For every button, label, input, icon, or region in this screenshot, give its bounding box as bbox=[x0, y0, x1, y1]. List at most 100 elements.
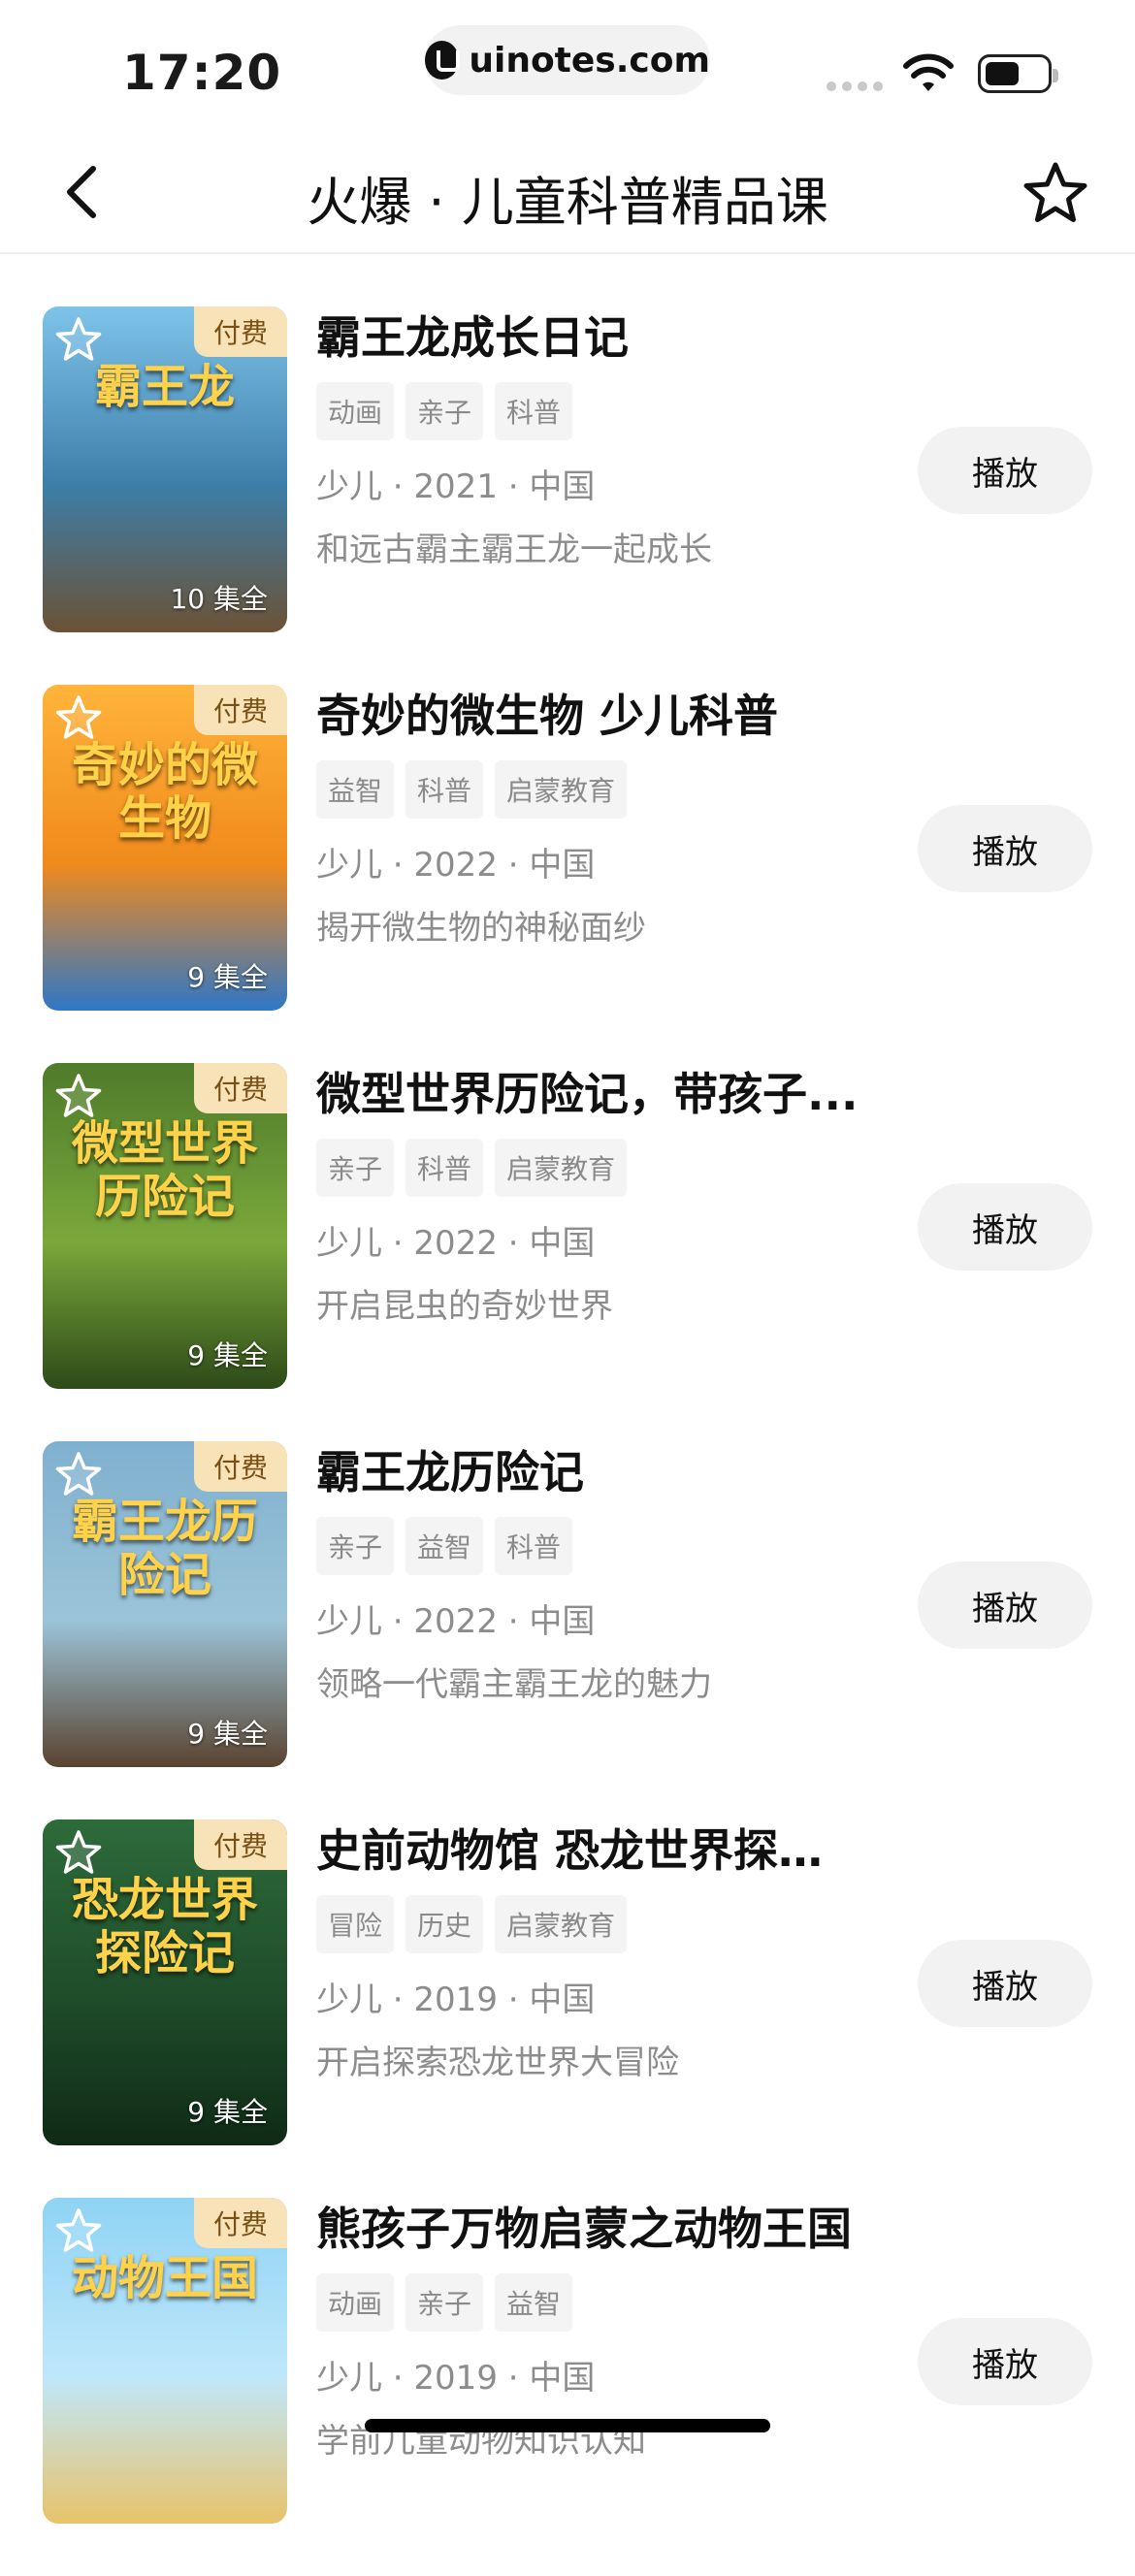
play-button[interactable]: 播放 bbox=[918, 805, 1092, 892]
tag-list: 益智 科普 启蒙教育 bbox=[316, 760, 859, 819]
tag: 科普 bbox=[405, 760, 484, 819]
star-outline-icon[interactable] bbox=[52, 1827, 105, 1880]
star-outline-icon[interactable] bbox=[52, 314, 105, 367]
course-poster[interactable]: 动物王国 付费 bbox=[43, 2198, 287, 2524]
course-info: 史前动物馆 恐龙世界探险记 冒险 历史 启蒙教育 少儿 · 2019 · 中国 开启… bbox=[316, 1819, 859, 2083]
course-title[interactable]: 霸王龙成长日记 bbox=[316, 308, 859, 367]
list-item[interactable]: 微型世界历险记 付费 9 集全 微型世界历险记，带孩子... 亲子 科普 启蒙教育 … bbox=[0, 1063, 1135, 1441]
tag: 亲子 bbox=[316, 1139, 395, 1197]
course-meta: 少儿 · 2022 · 中国 bbox=[316, 1602, 596, 1641]
list-item[interactable]: 动物王国 付费 熊孩子万物启蒙之动物王国 动画 亲子 益智 少儿 · 2019 · … bbox=[0, 2198, 1135, 2576]
course-poster[interactable]: 霸王龙 付费 10 集全 bbox=[43, 306, 287, 632]
list-item[interactable]: 奇妙的微生物 付费 9 集全 奇妙的微生物 少儿科普 益智 科普 启蒙教育 少儿 ·… bbox=[0, 685, 1135, 1063]
tag: 益智 bbox=[316, 760, 395, 819]
tag: 亲子 bbox=[405, 2273, 484, 2332]
tag-list: 冒险 历史 启蒙教育 bbox=[316, 1895, 859, 1953]
tag: 科普 bbox=[495, 1517, 573, 1575]
list-item[interactable]: 霸王龙历险记 付费 9 集全 霸王龙历险记 亲子 益智 科普 少儿 · 2022 ·… bbox=[0, 1441, 1135, 1819]
page-title: 火爆 · 儿童科普精品课 bbox=[307, 172, 828, 233]
paid-badge: 付费 bbox=[193, 306, 287, 357]
paid-badge: 付费 bbox=[193, 685, 287, 735]
star-outline-icon[interactable] bbox=[52, 1071, 105, 1123]
star-outline-icon[interactable] bbox=[1019, 157, 1092, 231]
poster-title-art: 奇妙的微生物 bbox=[71, 738, 258, 847]
tag-list: 动画 亲子 科普 bbox=[316, 382, 859, 440]
tag-list: 亲子 益智 科普 bbox=[316, 1517, 859, 1575]
play-button[interactable]: 播放 bbox=[918, 2318, 1092, 2405]
episode-count: 9 集全 bbox=[187, 1339, 268, 1371]
course-info: 霸王龙成长日记 动画 亲子 科普 少儿 · 2021 · 中国 和远古霸主霸王龙一起… bbox=[316, 306, 859, 570]
play-button[interactable]: 播放 bbox=[918, 1183, 1092, 1271]
paid-badge: 付费 bbox=[193, 1441, 287, 1492]
tag: 科普 bbox=[495, 382, 573, 440]
course-description: 揭开微生物的神秘面纱 bbox=[316, 909, 646, 948]
poster-title-art: 动物王国 bbox=[71, 2251, 258, 2305]
course-poster[interactable]: 奇妙的微生物 付费 9 集全 bbox=[43, 685, 287, 1011]
episode-count: 10 集全 bbox=[170, 583, 268, 615]
poster-title-art: 霸王龙 bbox=[94, 360, 235, 414]
course-description: 开启探索恐龙世界大冒险 bbox=[316, 2044, 679, 2082]
poster-title-art: 微型世界历险记 bbox=[71, 1116, 258, 1225]
course-poster[interactable]: 恐龙世界探险记 付费 9 集全 bbox=[43, 1819, 287, 2145]
course-meta: 少儿 · 2019 · 中国 bbox=[316, 1980, 596, 2019]
course-poster[interactable]: 微型世界历险记 付费 9 集全 bbox=[43, 1063, 287, 1389]
nav-bar: 火爆 · 儿童科普精品课 bbox=[0, 136, 1135, 254]
course-info: 奇妙的微生物 少儿科普 益智 科普 启蒙教育 少儿 · 2022 · 中国 揭开微生… bbox=[316, 685, 859, 949]
course-meta: 少儿 · 2022 · 中国 bbox=[316, 1224, 596, 1263]
play-button[interactable]: 播放 bbox=[918, 1940, 1092, 2027]
course-title[interactable]: 微型世界历险记，带孩子... bbox=[316, 1065, 859, 1123]
course-description: 和远古霸主霸王龙一起成长 bbox=[316, 531, 712, 569]
course-description: 开启昆虫的奇妙世界 bbox=[316, 1287, 613, 1326]
course-list: 霸王龙 付费 10 集全 霸王龙成长日记 动画 亲子 科普 少儿 · 2021 · … bbox=[0, 306, 1135, 2576]
list-item[interactable]: 霸王龙 付费 10 集全 霸王龙成长日记 动画 亲子 科普 少儿 · 2021 · … bbox=[0, 306, 1135, 685]
poster-title-art: 霸王龙历险记 bbox=[71, 1495, 258, 1603]
course-description: 领略一代霸主霸王龙的魅力 bbox=[316, 1665, 712, 1704]
home-indicator bbox=[365, 2419, 770, 2432]
tag: 历史 bbox=[405, 1895, 484, 1953]
tag-list: 动画 亲子 益智 bbox=[316, 2273, 859, 2332]
site-lock-icon bbox=[425, 41, 461, 80]
play-button[interactable]: 播放 bbox=[918, 1562, 1092, 1649]
tag: 启蒙教育 bbox=[495, 760, 628, 819]
tag: 启蒙教育 bbox=[495, 1139, 628, 1197]
tag: 亲子 bbox=[316, 1517, 395, 1575]
paid-badge: 付费 bbox=[193, 1063, 287, 1113]
status-bar: 17:20 uinotes.com bbox=[0, 0, 1135, 136]
url-pill[interactable]: uinotes.com bbox=[425, 25, 710, 95]
wifi-icon bbox=[903, 53, 954, 91]
paid-badge: 付费 bbox=[193, 1819, 287, 1870]
course-poster[interactable]: 霸王龙历险记 付费 9 集全 bbox=[43, 1441, 287, 1767]
tag: 动画 bbox=[316, 2273, 395, 2332]
tag: 益智 bbox=[405, 1517, 484, 1575]
tag: 启蒙教育 bbox=[495, 1895, 628, 1953]
course-title[interactable]: 奇妙的微生物 少儿科普 bbox=[316, 687, 859, 745]
tag: 冒险 bbox=[316, 1895, 395, 1953]
course-meta: 少儿 · 2021 · 中国 bbox=[316, 467, 596, 506]
status-time: 17:20 bbox=[122, 45, 282, 101]
tag: 益智 bbox=[495, 2273, 573, 2332]
course-title[interactable]: 霸王龙历险记 bbox=[316, 1443, 859, 1501]
battery-icon bbox=[978, 54, 1058, 93]
tag-list: 亲子 科普 启蒙教育 bbox=[316, 1139, 859, 1197]
url-text: uinotes.com bbox=[469, 40, 710, 80]
course-info: 霸王龙历险记 亲子 益智 科普 少儿 · 2022 · 中国 领略一代霸主霸王龙的魅… bbox=[316, 1441, 859, 1705]
course-meta: 少儿 · 2019 · 中国 bbox=[316, 2359, 596, 2398]
star-outline-icon[interactable] bbox=[52, 2206, 105, 2258]
tag: 动画 bbox=[316, 382, 395, 440]
list-item[interactable]: 恐龙世界探险记 付费 9 集全 史前动物馆 恐龙世界探险记 冒险 历史 启蒙教育 少… bbox=[0, 1819, 1135, 2198]
course-title[interactable]: 史前动物馆 恐龙世界探险记 bbox=[316, 1821, 859, 1880]
cellular-signal-icon bbox=[827, 81, 883, 91]
episode-count: 9 集全 bbox=[187, 961, 268, 993]
poster-title-art: 恐龙世界探险记 bbox=[71, 1873, 258, 1981]
star-outline-icon[interactable] bbox=[52, 692, 105, 745]
star-outline-icon[interactable] bbox=[52, 1449, 105, 1501]
paid-badge: 付费 bbox=[193, 2198, 287, 2248]
episode-count: 9 集全 bbox=[187, 2096, 268, 2128]
episode-count: 9 集全 bbox=[187, 1718, 268, 1750]
course-meta: 少儿 · 2022 · 中国 bbox=[316, 846, 596, 885]
play-button[interactable]: 播放 bbox=[918, 427, 1092, 514]
tag: 科普 bbox=[405, 1139, 484, 1197]
tag: 亲子 bbox=[405, 382, 484, 440]
course-title[interactable]: 熊孩子万物启蒙之动物王国 bbox=[316, 2200, 859, 2258]
course-info: 微型世界历险记，带孩子... 亲子 科普 启蒙教育 少儿 · 2022 · 中国 开… bbox=[316, 1063, 859, 1327]
